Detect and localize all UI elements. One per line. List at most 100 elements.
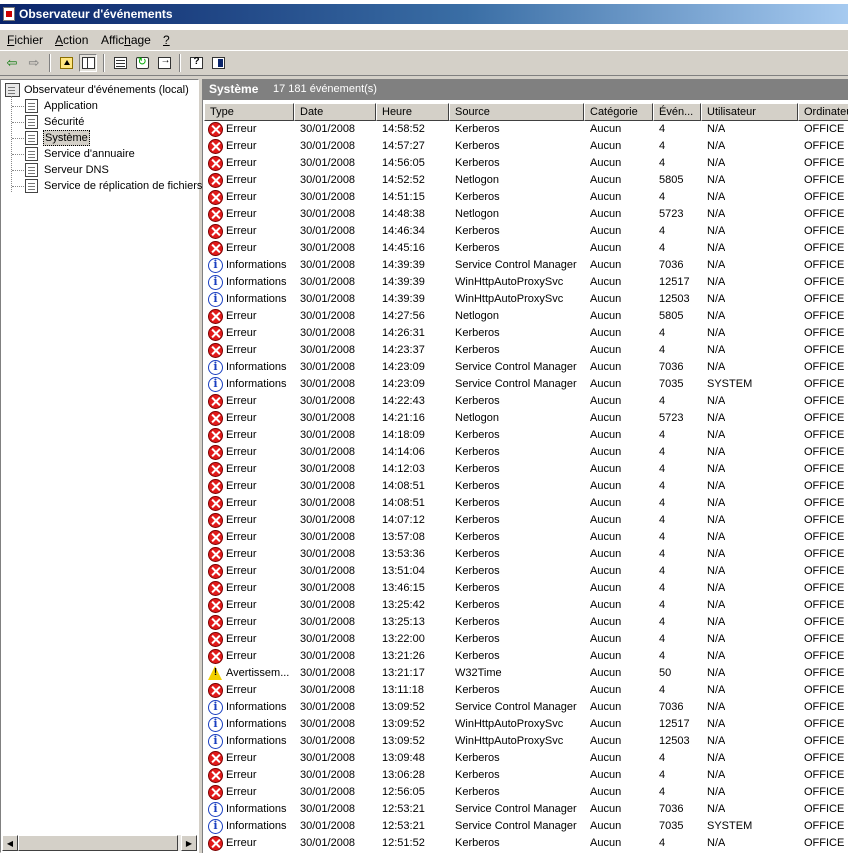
heure-cell: 14:39:39 — [382, 276, 425, 288]
col-type-header[interactable]: Type — [204, 103, 294, 121]
event-row[interactable]: Erreur 30/01/2008 14:08:51 Kerberos Aucun 4 N/… — [203, 478, 848, 495]
back-icon[interactable]: ⇦ — [3, 54, 21, 72]
date-cell: 30/01/2008 — [300, 395, 356, 407]
event-row[interactable]: Erreur 30/01/2008 14:58:52 Kerberos Aucun 4 N/… — [203, 121, 848, 138]
col-date-header[interactable]: Date — [294, 103, 376, 121]
event-row[interactable]: Erreur 30/01/2008 14:22:43 Kerberos Aucun 4 N/… — [203, 393, 848, 410]
date-cell: 30/01/2008 — [300, 616, 356, 628]
utilisateur-cell: N/A — [707, 514, 726, 526]
event-row[interactable]: Erreur 30/01/2008 14:07:12 Kerberos Aucun 4 N/… — [203, 512, 848, 529]
source-cell: Netlogon — [455, 412, 500, 424]
event-row[interactable]: Erreur 30/01/2008 13:57:08 Kerberos Aucun 4 N/… — [203, 529, 848, 546]
scroll-thumb[interactable] — [18, 835, 178, 851]
menu-item[interactable]: Affichage — [101, 33, 151, 47]
up-folder-icon[interactable] — [57, 54, 75, 72]
ordinateur-cell: OFFICE — [804, 361, 845, 373]
event-row[interactable]: Erreur 30/01/2008 14:57:27 Kerberos Aucun 4 N/… — [203, 138, 848, 155]
event-row[interactable]: Informations 30/01/2008 14:39:39 WinHttpAut… — [203, 291, 848, 308]
show-hide-tree-icon[interactable] — [79, 54, 97, 72]
error-icon — [208, 547, 223, 562]
menu-item[interactable]: Fichier — [7, 33, 43, 47]
menu-item[interactable]: ? — [163, 33, 170, 47]
type-cell: Erreur — [226, 514, 257, 526]
event-row[interactable]: Erreur 30/01/2008 12:51:52 Kerberos Aucun 4 N/… — [203, 835, 848, 852]
col-utilisateur-header[interactable]: Utilisateur — [701, 103, 798, 121]
event-row[interactable]: Erreur 30/01/2008 13:46:15 Kerberos Aucun 4 N/… — [203, 580, 848, 597]
event-row[interactable]: Erreur 30/01/2008 14:56:05 Kerberos Aucun 4 N/… — [203, 155, 848, 172]
event-row[interactable]: Erreur 30/01/2008 13:25:13 Kerberos Aucun 4 N/… — [203, 614, 848, 631]
date-cell: 30/01/2008 — [300, 293, 356, 305]
console-icon[interactable] — [209, 54, 227, 72]
pane-title: Système — [209, 82, 259, 96]
event-row[interactable]: Informations 30/01/2008 12:53:21 Service Co… — [203, 801, 848, 818]
date-cell: 30/01/2008 — [300, 429, 356, 441]
event-viewer-app-icon[interactable] — [3, 7, 15, 21]
event-row[interactable]: Informations 30/01/2008 12:53:21 Service Co… — [203, 818, 848, 835]
type-cell: Erreur — [226, 786, 257, 798]
refresh-icon[interactable] — [133, 54, 151, 72]
event-row[interactable]: Erreur 30/01/2008 14:48:38 Netlogon Aucun 572… — [203, 206, 848, 223]
event-row[interactable]: Erreur 30/01/2008 14:27:56 Netlogon Aucun 580… — [203, 308, 848, 325]
event-row[interactable]: Erreur 30/01/2008 14:21:16 Netlogon Aucun 572… — [203, 410, 848, 427]
type-cell: Erreur — [226, 242, 257, 254]
help-icon[interactable] — [187, 54, 205, 72]
export-list-icon[interactable] — [155, 54, 173, 72]
event-row[interactable]: Informations 30/01/2008 14:39:39 WinHttpAut… — [203, 274, 848, 291]
categorie-cell: Aucun — [590, 191, 622, 203]
col-source-header[interactable]: Source — [449, 103, 584, 121]
source-cell: WinHttpAutoProxySvc — [455, 718, 564, 730]
event-row[interactable]: Erreur 30/01/2008 13:25:42 Kerberos Aucun 4 N/… — [203, 597, 848, 614]
event-row[interactable]: Avertissem... 30/01/2008 13:21:17 W32Time Au… — [203, 665, 848, 682]
heure-cell: 13:25:42 — [382, 599, 425, 611]
event-row[interactable]: Erreur 30/01/2008 14:52:52 Netlogon Aucun 580… — [203, 172, 848, 189]
event-row[interactable]: Informations 30/01/2008 13:09:52 WinHttpAut… — [203, 733, 848, 750]
event-row[interactable]: Informations 30/01/2008 14:23:09 Service Co… — [203, 359, 848, 376]
event-row[interactable]: Informations 30/01/2008 13:09:52 WinHttpAut… — [203, 716, 848, 733]
source-cell: Kerberos — [455, 633, 500, 645]
tree-horizontal-scrollbar[interactable]: ◀ ▶ — [2, 835, 197, 851]
forward-icon[interactable]: ⇨ — [25, 54, 43, 72]
event-row[interactable]: Erreur 30/01/2008 13:22:00 Kerberos Aucun 4 N/… — [203, 631, 848, 648]
ordinateur-cell: OFFICE — [804, 140, 845, 152]
event-row[interactable]: Erreur 30/01/2008 14:51:15 Kerberos Aucun 4 N/… — [203, 189, 848, 206]
event-row[interactable]: Erreur 30/01/2008 13:09:48 Kerberos Aucun 4 N/… — [203, 750, 848, 767]
heure-cell: 13:09:52 — [382, 701, 425, 713]
event-row[interactable]: Erreur 30/01/2008 14:23:37 Kerberos Aucun 4 N/… — [203, 342, 848, 359]
properties-icon[interactable] — [111, 54, 129, 72]
event-row[interactable]: Erreur 30/01/2008 13:11:18 Kerberos Aucun 4 N/… — [203, 682, 848, 699]
event-row[interactable]: Erreur 30/01/2008 12:56:05 Kerberos Aucun 4 N/… — [203, 784, 848, 801]
event-row[interactable]: Erreur 30/01/2008 14:18:09 Kerberos Aucun 4 N/… — [203, 427, 848, 444]
scroll-right-icon[interactable]: ▶ — [181, 835, 197, 851]
error-icon — [208, 785, 223, 800]
type-cell: Erreur — [226, 208, 257, 220]
event-row[interactable]: Erreur 30/01/2008 14:46:34 Kerberos Aucun 4 N/… — [203, 223, 848, 240]
evenement-cell: 7036 — [659, 803, 684, 815]
source-cell: Kerberos — [455, 463, 500, 475]
event-row[interactable]: Erreur 30/01/2008 13:51:04 Kerberos Aucun 4 N/… — [203, 563, 848, 580]
event-row[interactable]: Informations 30/01/2008 14:23:09 Service Co… — [203, 376, 848, 393]
event-row[interactable]: Erreur 30/01/2008 13:21:26 Kerberos Aucun 4 N/… — [203, 648, 848, 665]
col-categorie-header[interactable]: Catégorie — [584, 103, 653, 121]
scroll-left-icon[interactable]: ◀ — [2, 835, 18, 851]
event-row[interactable]: Erreur 30/01/2008 14:08:51 Kerberos Aucun 4 N/… — [203, 495, 848, 512]
col-ordinateur-header[interactable]: Ordinateur — [798, 103, 848, 121]
event-row[interactable]: Informations 30/01/2008 14:39:39 Service Co… — [203, 257, 848, 274]
event-row[interactable]: Informations 30/01/2008 13:09:52 Service Co… — [203, 699, 848, 716]
event-row[interactable]: Erreur 30/01/2008 13:53:36 Kerberos Aucun 4 N/… — [203, 546, 848, 563]
event-row[interactable]: Erreur 30/01/2008 14:12:03 Kerberos Aucun 4 N/… — [203, 461, 848, 478]
event-row[interactable]: Erreur 30/01/2008 14:14:06 Kerberos Aucun 4 N/… — [203, 444, 848, 461]
title-bar-caption[interactable]: Observateur d'événements — [0, 4, 848, 24]
event-row[interactable]: Erreur 30/01/2008 13:06:28 Kerberos Aucun 4 N/… — [203, 767, 848, 784]
error-icon — [208, 445, 223, 460]
source-cell: Service Control Manager — [455, 378, 577, 390]
categorie-cell: Aucun — [590, 803, 622, 815]
col-evenement-header[interactable]: Évén... — [653, 103, 701, 121]
utilisateur-cell: N/A — [707, 123, 726, 135]
date-cell: 30/01/2008 — [300, 242, 356, 254]
menu-item[interactable]: Action — [55, 33, 88, 47]
event-row[interactable]: Erreur 30/01/2008 14:45:16 Kerberos Aucun 4 N/… — [203, 240, 848, 257]
information-icon — [208, 275, 223, 290]
event-row[interactable]: Erreur 30/01/2008 14:26:31 Kerberos Aucun 4 N/… — [203, 325, 848, 342]
heure-cell: 13:09:48 — [382, 752, 425, 764]
col-heure-header[interactable]: Heure — [376, 103, 449, 121]
